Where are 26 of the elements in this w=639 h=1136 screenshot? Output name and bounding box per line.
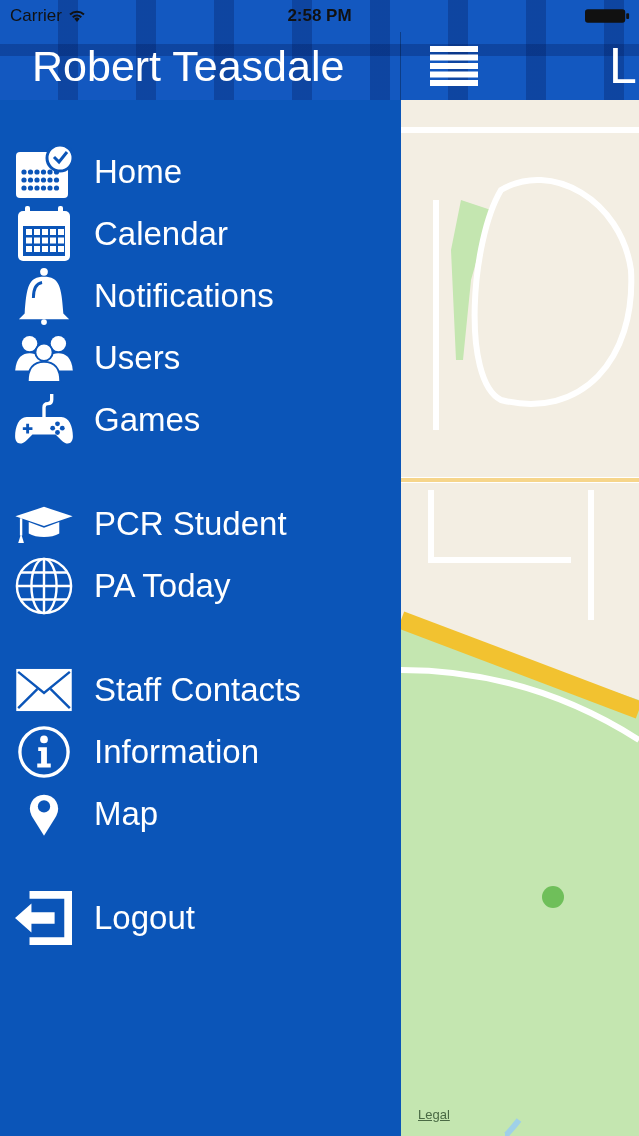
envelope-icon (15, 668, 73, 712)
clock-time: 2:58 PM (287, 6, 352, 26)
menu-item[interactable]: PCR Student (0, 493, 401, 555)
calendar-clock-icon (14, 144, 74, 200)
carrier-label: Carrier (10, 6, 62, 26)
wifi-icon (67, 9, 86, 23)
menu-item[interactable]: Games (0, 389, 401, 451)
user-name-title: Robert Teasdale (32, 41, 345, 91)
page-title: L (609, 37, 638, 95)
logout-icon (14, 890, 74, 946)
info-icon (17, 725, 71, 779)
menu-item[interactable]: Logout (0, 887, 401, 949)
menu-item[interactable]: PA Today (0, 555, 401, 617)
legal-link[interactable]: Legal (418, 1107, 450, 1122)
menu-item[interactable]: Calendar (0, 203, 401, 265)
menu-item[interactable]: Notifications (0, 265, 401, 327)
menu-item[interactable]: Information (0, 721, 401, 783)
gamepad-icon (13, 394, 75, 446)
globe-icon (14, 556, 74, 616)
menu-item[interactable]: Staff Contacts (0, 659, 401, 721)
menu-item[interactable]: Home (0, 141, 401, 203)
users-icon (13, 334, 75, 382)
menu-item[interactable]: Map (0, 783, 401, 845)
battery-icon (585, 8, 631, 24)
menu-icon[interactable] (430, 46, 478, 86)
menu-item[interactable]: Users (0, 327, 401, 389)
